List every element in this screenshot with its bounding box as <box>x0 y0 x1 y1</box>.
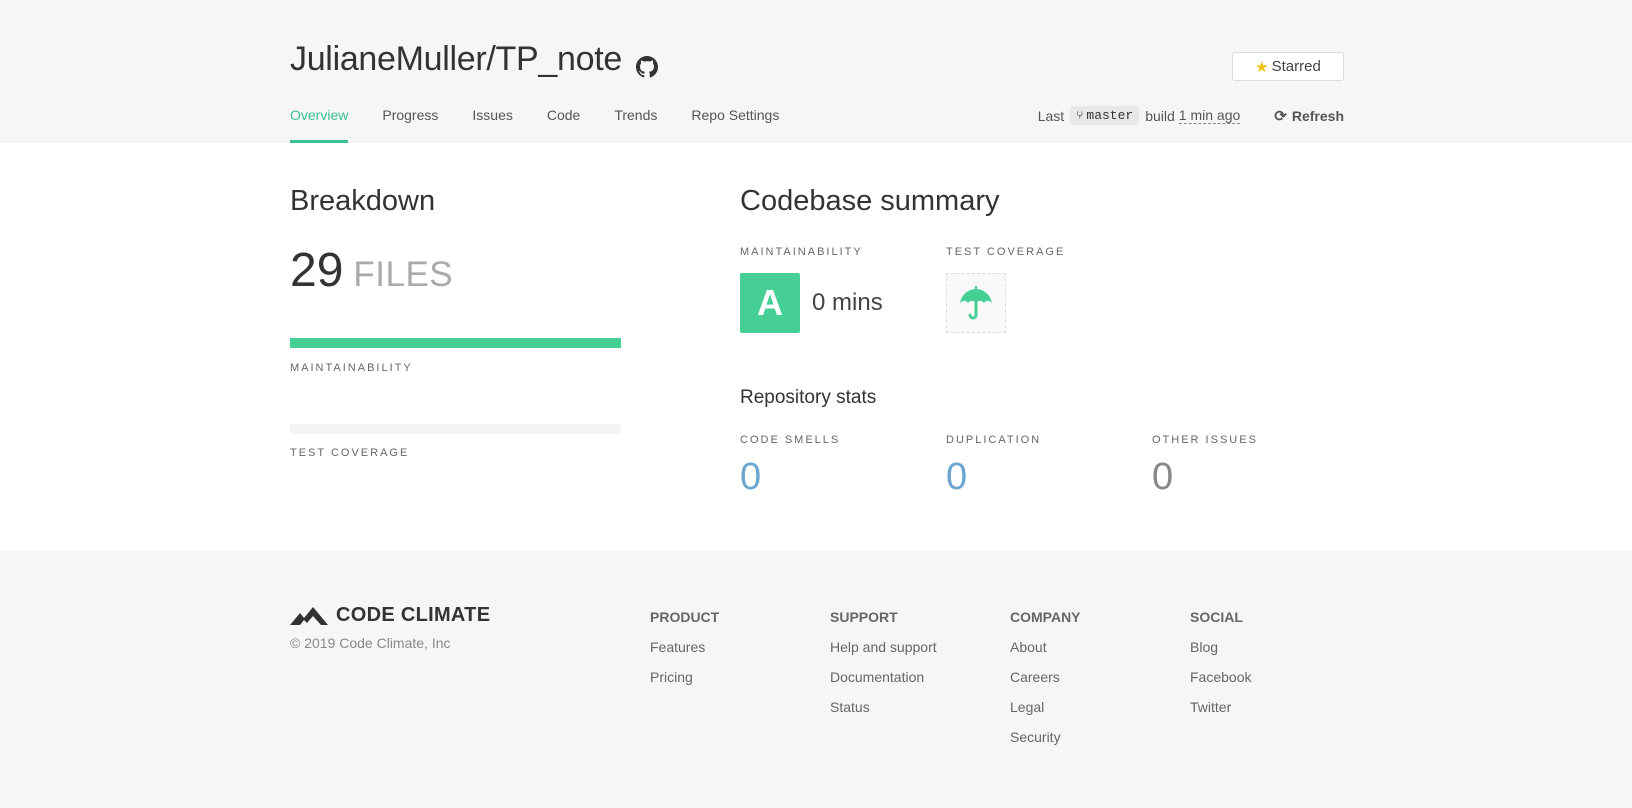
breakdown-title: Breakdown <box>290 185 436 217</box>
maintainability-label: MAINTAINABILITY <box>290 362 413 374</box>
footer-col-title: SUPPORT <box>830 609 898 625</box>
page-footer: CODE CLIMATE © 2019 Code Climate, Inc PR… <box>0 551 1632 808</box>
files-count: 29 <box>290 244 344 297</box>
code-climate-logo-icon <box>290 606 328 625</box>
tab-issues[interactable]: Issues <box>472 107 512 143</box>
footer-link-status[interactable]: Status <box>830 699 937 729</box>
tab-trends[interactable]: Trends <box>614 107 657 143</box>
branch-name: master <box>1086 108 1134 123</box>
star-icon: ★ <box>1255 58 1269 76</box>
remediation-time[interactable]: 0 mins <box>812 289 883 317</box>
footer-link-legal[interactable]: Legal <box>1010 699 1081 729</box>
footer-link-features[interactable]: Features <box>650 639 719 669</box>
footer-link-facebook[interactable]: Facebook <box>1190 669 1251 699</box>
refresh-label: Refresh <box>1291 107 1344 124</box>
duplication-label: DUPLICATION <box>946 434 1042 446</box>
footer-link-pricing[interactable]: Pricing <box>650 669 719 699</box>
repository-stats-title: Repository stats <box>740 387 877 408</box>
footer-link-about[interactable]: About <box>1010 639 1081 669</box>
other-issues-value: 0 <box>1152 456 1174 498</box>
footer-col-title: COMPANY <box>1010 609 1081 625</box>
footer-link-documentation[interactable]: Documentation <box>830 669 937 699</box>
footer-col-title: SOCIAL <box>1190 609 1243 625</box>
brand-name: CODE CLIMATE <box>336 604 491 626</box>
footer-col-company: COMPANY About Careers Legal Security <box>1010 609 1081 759</box>
build-prefix: Last <box>1037 107 1065 124</box>
footer-link-careers[interactable]: Careers <box>1010 669 1081 699</box>
starred-button[interactable]: ★ Starred <box>1232 52 1344 81</box>
tab-repo-settings[interactable]: Repo Settings <box>691 107 779 143</box>
footer-col-social: SOCIAL Blog Facebook Twitter <box>1190 609 1251 729</box>
refresh-icon: ⟳ <box>1274 107 1287 125</box>
starred-label: Starred <box>1271 58 1321 75</box>
summary-test-coverage-label: TEST COVERAGE <box>946 246 1066 258</box>
footer-col-product: PRODUCT Features Pricing <box>650 609 719 699</box>
umbrella-icon <box>960 286 992 320</box>
other-issues-label: OTHER ISSUES <box>1152 434 1258 446</box>
test-coverage-badge[interactable] <box>946 273 1006 333</box>
repo-name[interactable]: JulianeMuller/TP_note <box>290 40 622 79</box>
tab-code[interactable]: Code <box>547 107 580 143</box>
test-coverage-bar[interactable] <box>290 424 621 434</box>
footer-link-blog[interactable]: Blog <box>1190 639 1251 669</box>
code-smells-label: CODE SMELLS <box>740 434 841 446</box>
repo-title: JulianeMuller/TP_note <box>290 40 660 79</box>
files-label: FILES <box>353 255 454 294</box>
footer-col-title: PRODUCT <box>650 609 720 625</box>
page-header: JulianeMuller/TP_note ★ Starred Overview… <box>0 0 1632 143</box>
duplication-value[interactable]: 0 <box>946 456 967 499</box>
branch-chip: ⑂ master <box>1070 106 1140 125</box>
repo-nav: Overview Progress Issues Code Trends Rep… <box>290 107 813 143</box>
maintainability-grade-badge[interactable]: A <box>740 273 800 333</box>
build-mid: build <box>1145 107 1175 124</box>
test-coverage-label: TEST COVERAGE <box>290 447 410 459</box>
code-climate-logo[interactable]: CODE CLIMATE <box>290 604 490 627</box>
copyright: © 2019 Code Climate, Inc <box>290 635 451 651</box>
summary-title: Codebase summary <box>740 185 1000 217</box>
build-time[interactable]: 1 min ago <box>1178 107 1241 124</box>
files-count-block: 29 FILES <box>290 243 453 298</box>
refresh-button[interactable]: ⟳ Refresh <box>1274 107 1344 125</box>
github-icon[interactable] <box>636 48 660 77</box>
footer-link-help[interactable]: Help and support <box>830 639 937 669</box>
code-smells-value[interactable]: 0 <box>740 456 761 499</box>
tab-progress[interactable]: Progress <box>382 107 438 143</box>
footer-link-twitter[interactable]: Twitter <box>1190 699 1251 729</box>
maintainability-bar[interactable] <box>290 338 621 348</box>
branch-icon: ⑂ <box>1076 108 1084 123</box>
tab-overview[interactable]: Overview <box>290 107 349 143</box>
main-content: Breakdown 29 FILES MAINTAINABILITY TEST … <box>0 143 1632 551</box>
footer-link-security[interactable]: Security <box>1010 729 1081 759</box>
footer-col-support: SUPPORT Help and support Documentation S… <box>830 609 937 729</box>
summary-maintainability-label: MAINTAINABILITY <box>740 246 863 258</box>
build-info: Last ⑂ master build 1 min ago ⟳ Refresh <box>1038 106 1344 125</box>
maintainability-bar-fill <box>290 338 621 348</box>
